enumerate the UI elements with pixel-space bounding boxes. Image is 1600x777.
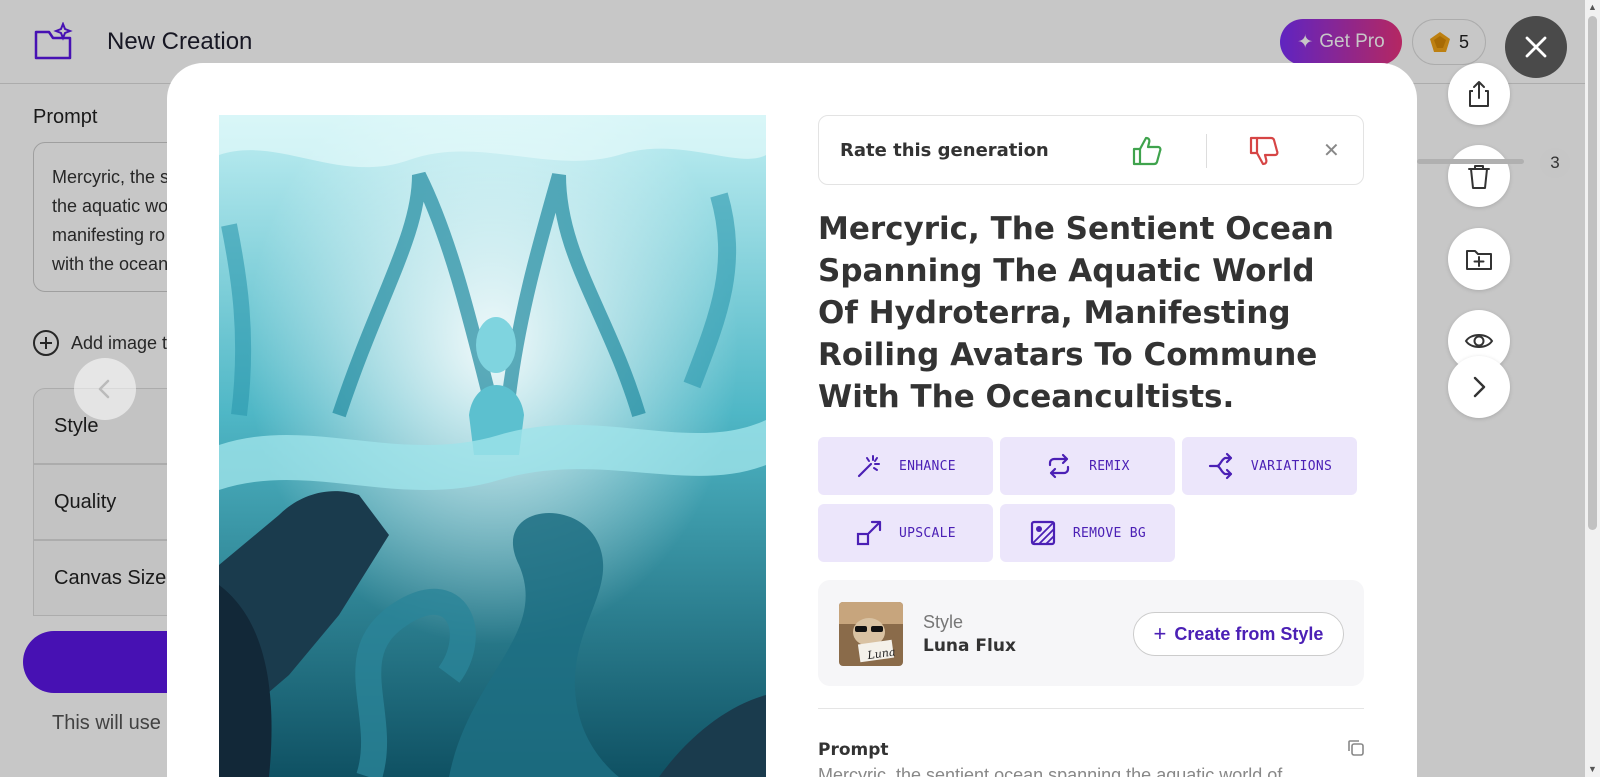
rating-divider [1206,134,1207,168]
remove-bg-label: REMOVE BG [1072,525,1147,541]
plus-icon: + [1153,621,1167,646]
scroll-down-arrow-icon[interactable]: ▼ [1588,764,1597,774]
style-card: Luna Style Luna Flux + Create from Style [818,580,1364,686]
close-modal-button[interactable] [1505,16,1567,78]
thumbs-up-icon[interactable] [1130,134,1164,168]
repeat-icon [1049,453,1070,479]
upscale-label: UPSCALE [899,525,956,541]
copy-icon[interactable] [1346,738,1366,758]
upscale-button[interactable]: UPSCALE [818,504,993,562]
folder-plus-icon [1466,250,1492,270]
close-icon [1525,36,1547,58]
split-arrows-icon [1208,452,1232,480]
expand-arrow-icon [856,520,882,546]
section-divider [818,708,1364,709]
rating-bar: Rate this generation ✕ [818,115,1364,185]
trash-icon [1468,165,1490,189]
scroll-up-arrow-icon[interactable]: ▲ [1588,2,1597,12]
generated-artwork [219,115,766,777]
pagination-track [1417,159,1524,164]
remix-label: REMIX [1089,458,1130,474]
create-from-style-button[interactable]: + Create from Style [1133,612,1344,656]
dismiss-rating-close-icon[interactable]: ✕ [1323,138,1340,164]
generation-info-panel: Rate this generation ✕ Mercyric, The Sen… [818,115,1364,777]
enhance-label: ENHANCE [899,458,956,474]
pagination-count: 3 [1540,148,1570,178]
save-to-folder-button[interactable] [1448,228,1510,290]
remove-bg-button[interactable]: REMOVE BG [1000,504,1175,562]
delete-button[interactable] [1448,145,1510,207]
magic-wand-icon [857,455,881,478]
create-from-style-label: Create from Style [1174,623,1324,644]
remove-background-icon [1030,520,1056,546]
thumbs-down-icon[interactable] [1247,134,1281,168]
style-name: Luna Flux [923,636,1016,656]
chevron-right-icon [1473,376,1486,398]
variations-button[interactable]: VARIATIONS [1182,437,1357,495]
page-scrollbar[interactable]: ▲ ▼ [1585,0,1600,777]
rate-label: Rate this generation [840,140,1049,161]
chevron-left-icon [98,379,110,399]
share-icon [1469,81,1489,107]
variations-label: VARIATIONS [1250,458,1333,474]
next-button[interactable] [1448,356,1510,418]
eye-icon [1464,334,1494,348]
style-thumbnail: Luna [839,602,903,666]
scroll-thumb[interactable] [1588,16,1597,530]
enhance-button[interactable]: ENHANCE [818,437,993,495]
share-button[interactable] [1448,63,1510,125]
prompt-section-label: Prompt [818,740,889,760]
style-kicker: Style [923,612,964,632]
generated-image[interactable] [219,115,766,777]
generation-title: Mercyric, The Sentient Ocean Spanning Th… [818,211,1334,415]
previous-button[interactable] [74,358,136,420]
remix-button[interactable]: REMIX [1000,437,1175,495]
prompt-text: Mercyric, the sentient ocean spanning th… [818,765,1283,777]
generation-modal: Rate this generation ✕ Mercyric, The Sen… [167,63,1417,777]
